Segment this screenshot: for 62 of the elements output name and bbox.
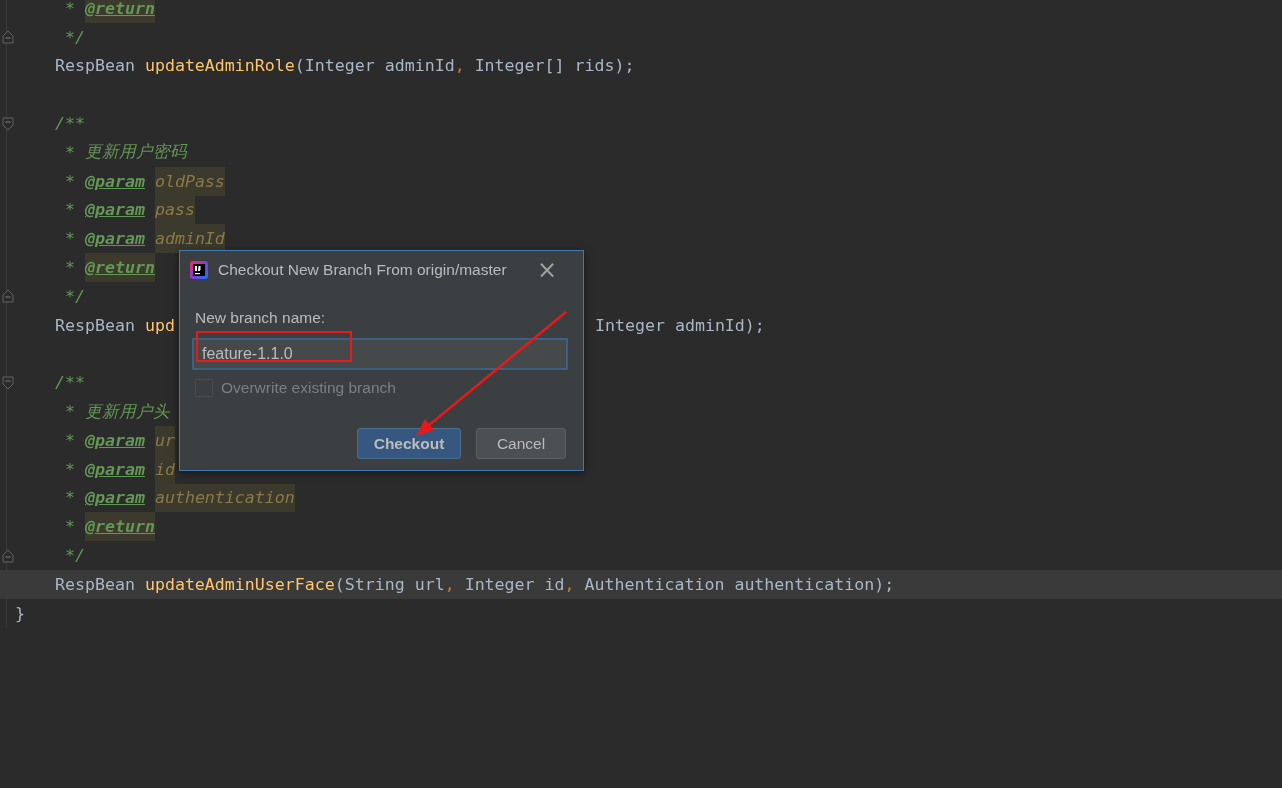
- doc-comment: *: [65, 228, 75, 251]
- doc-comment: /**: [55, 372, 85, 395]
- doc-comment: *: [65, 401, 75, 424]
- code-text: Authentication authentication);: [584, 573, 895, 596]
- code-punctuation: ,: [454, 55, 465, 78]
- code-text: Integer adminId);: [595, 314, 765, 337]
- doc-comment: 更新用户密码: [85, 141, 187, 164]
- fold-icon[interactable]: [1, 375, 14, 390]
- method-name: upd: [144, 314, 175, 337]
- doc-comment: */: [65, 285, 85, 308]
- fold-icon[interactable]: [1, 548, 14, 563]
- method-name: updateAdminRole: [144, 55, 295, 78]
- javadoc-tag: @param: [85, 425, 145, 455]
- doc-comment: *: [65, 141, 75, 164]
- doc-comment: *: [65, 487, 75, 510]
- javadoc-tag: @param: [85, 454, 145, 484]
- doc-comment: 更新用户头: [85, 400, 170, 423]
- parameter-name: pass: [154, 195, 195, 225]
- code-punctuation: ,: [444, 573, 455, 596]
- javadoc-tag: @return: [85, 253, 155, 282]
- code-text: }: [15, 602, 25, 625]
- javadoc-tag: @return: [85, 0, 155, 23]
- doc-comment: */: [65, 26, 85, 49]
- code-text: RespBean: [55, 573, 135, 596]
- close-button[interactable]: ×: [536, 258, 573, 282]
- code-punctuation: ,: [564, 573, 575, 596]
- cancel-button[interactable]: Cancel: [476, 428, 566, 459]
- branch-name-field[interactable]: feature-1.1.0: [192, 338, 568, 370]
- parameter-name: oldPass: [154, 166, 225, 196]
- checkbox-label: Overwrite existing branch: [221, 379, 396, 397]
- javadoc-tag: @param: [85, 195, 145, 225]
- javadoc-tag: @param: [85, 166, 145, 196]
- doc-comment: */: [65, 545, 85, 568]
- code-text: RespBean: [55, 314, 135, 337]
- method-name: updateAdminUserFace: [144, 573, 335, 596]
- javadoc-tag: @param: [85, 224, 145, 254]
- parameter-name: adminId: [154, 224, 225, 254]
- doc-comment: *: [65, 516, 75, 539]
- code-text: (String url: [334, 573, 445, 596]
- doc-comment: /**: [55, 113, 85, 136]
- fold-icon[interactable]: [1, 289, 14, 304]
- parameter-name: authentication: [154, 483, 295, 513]
- parameter-name: ur: [154, 425, 175, 455]
- dialog-title: Checkout New Branch From origin/master: [218, 261, 508, 279]
- javadoc-tag: @param: [85, 483, 145, 513]
- fold-icon[interactable]: [1, 30, 14, 45]
- code-text: Integer id: [464, 573, 565, 596]
- doc-comment: *: [65, 0, 75, 20]
- app-logo-icon: [190, 261, 208, 279]
- javadoc-tag: @return: [85, 512, 155, 542]
- code-text: RespBean: [55, 55, 135, 78]
- doc-comment: *: [65, 199, 75, 222]
- parameter-name: id: [154, 454, 175, 484]
- code-text: Integer[] rids);: [474, 55, 635, 78]
- doc-comment: *: [65, 170, 75, 193]
- field-label: New branch name:: [195, 309, 327, 327]
- doc-comment: *: [65, 429, 75, 452]
- code-text: (Integer adminId: [294, 55, 455, 78]
- checkout-button[interactable]: Checkout: [357, 428, 461, 459]
- doc-comment: *: [65, 458, 75, 481]
- doc-comment: *: [65, 257, 75, 280]
- fold-icon[interactable]: [1, 116, 14, 131]
